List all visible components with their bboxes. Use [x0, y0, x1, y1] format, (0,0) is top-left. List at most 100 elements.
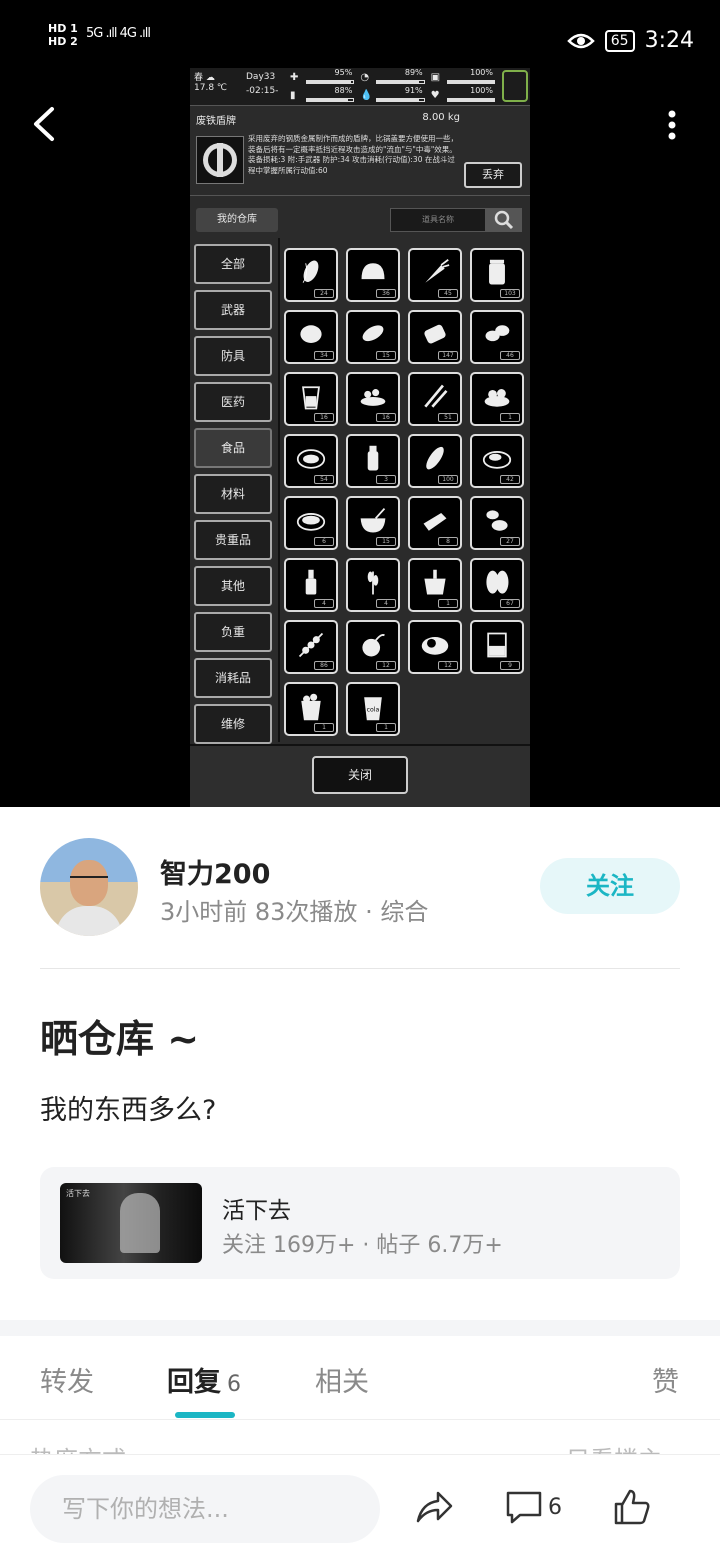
post-title: 晒仓库 ~	[40, 1017, 200, 1061]
juice-icon	[302, 386, 320, 410]
item-count: 4	[314, 599, 334, 608]
inventory-item-fried-egg: 12	[408, 620, 462, 674]
inventory-item-noodle-bowl: 6	[284, 496, 338, 550]
onion-icon	[362, 634, 385, 657]
inventory-item-porridge: 15	[346, 496, 400, 550]
fried-egg-icon	[421, 637, 449, 655]
cola-icon: cola	[364, 697, 382, 721]
inventory-item-nuts: 27	[470, 496, 524, 550]
divider	[278, 238, 280, 742]
category-button: 消耗品	[194, 658, 272, 698]
item-count: 6	[314, 537, 334, 546]
tab-like[interactable]: 赞	[652, 1360, 679, 1399]
tab-related[interactable]: 相关	[315, 1360, 369, 1399]
community-name: 活下去	[222, 1198, 291, 1224]
item-count: 36	[376, 289, 396, 298]
hd-indicator: HD 1 HD 2	[48, 22, 78, 48]
beaker-icon	[487, 632, 507, 658]
sort-option[interactable]: 热度方式	[30, 1440, 126, 1454]
signal-icon: 5G .ıll 4G .ıll	[86, 26, 151, 41]
item-count: 4	[376, 599, 396, 608]
drop-button: 丢弃	[464, 162, 522, 188]
bean-pods-icon	[424, 384, 448, 408]
can-icon	[424, 324, 446, 344]
stat-icon: ▣	[430, 72, 441, 83]
tab-repost[interactable]: 转发	[40, 1360, 94, 1399]
author-only-option[interactable]: 只看楼主	[566, 1440, 662, 1454]
share-icon[interactable]	[414, 1487, 454, 1527]
eye-icon	[566, 33, 595, 48]
item-description: 采用废弃的钢质金属制作而成的盾牌，比锅盖要方便使用一些，装备后将有一定概率抵挡近…	[248, 134, 458, 175]
stat-fill	[376, 80, 425, 84]
dumplings-icon	[360, 389, 386, 406]
inventory-item-jar: 103	[470, 248, 524, 302]
inventory-item-can: 147	[408, 310, 462, 364]
category-button: 武器	[194, 290, 272, 330]
clock: 3:24	[644, 28, 694, 53]
category-button: 维修	[194, 704, 272, 744]
category-button: 其他	[194, 566, 272, 606]
jar-icon	[489, 259, 505, 285]
minimap-button	[502, 70, 528, 102]
item-count: 34	[314, 351, 334, 360]
avatar[interactable]	[40, 838, 138, 936]
community-thumbnail: 活下去	[60, 1183, 202, 1263]
item-count: 86	[314, 661, 334, 670]
item-count: 16	[314, 413, 334, 422]
category-list: 全部 武器 防具 医药 食品 材料 贵重品 其他 负重 消耗品 维修	[194, 244, 274, 750]
nuts-icon	[486, 510, 508, 531]
thumbnail-logo-text: 活下去	[66, 1189, 90, 1198]
author-name[interactable]: 智力200	[160, 852, 270, 891]
bread-icon	[361, 263, 385, 280]
community-card[interactable]: 活下去 活下去 关注 169万+ · 帖子 6.7万+	[40, 1167, 680, 1279]
item-name: 废铁盾牌	[196, 116, 236, 127]
inventory-item-sweet-potato: 15	[346, 310, 400, 364]
inventory-item-bread: 36	[346, 248, 400, 302]
reply-count: 6	[227, 1372, 241, 1397]
stew-icon	[482, 451, 512, 469]
potato-icon	[300, 325, 322, 343]
media-viewer[interactable]: HD 1 HD 2 5G .ıll 4G .ıll 65 3:24 春 ☁ 17…	[0, 0, 720, 807]
author-row: 智力200 3小时前 83次播放 · 综合 关注	[40, 838, 680, 938]
stat-bar: 💧 91%	[360, 86, 425, 102]
item-count: 1	[438, 599, 458, 608]
inventory-item-potato: 34	[284, 310, 338, 364]
stat-bar: ✚ 95%	[290, 68, 355, 84]
warehouse-tab: 我的仓库	[196, 208, 278, 232]
game-footer: 关闭	[190, 744, 530, 807]
cheese-icon	[423, 513, 447, 531]
beans-icon	[485, 325, 510, 342]
thumbs-up-icon[interactable]	[612, 1487, 652, 1527]
post-tabs: 转发 回复 6 相关 赞	[0, 1336, 720, 1420]
stat-icon: 💧	[360, 90, 373, 101]
inventory-item-salad: 1	[470, 372, 524, 426]
more-options-icon[interactable]	[668, 110, 676, 140]
hd1-label: HD 1	[48, 22, 78, 35]
item-count: 147	[438, 351, 458, 360]
comment-icon[interactable]	[504, 1487, 544, 1527]
category-button: 贵重品	[194, 520, 272, 560]
seeds-icon	[486, 570, 509, 594]
active-tab-indicator	[175, 1412, 235, 1418]
item-count: 24	[314, 289, 334, 298]
inventory-item-beans: 46	[470, 310, 524, 364]
battery-indicator: 65	[604, 29, 635, 52]
tab-reply[interactable]: 回复 6	[167, 1360, 241, 1399]
inventory-item-soup: 54	[284, 434, 338, 488]
item-count: 103	[500, 289, 520, 298]
item-count: 3	[376, 475, 396, 484]
follow-button[interactable]: 关注	[540, 858, 680, 914]
search-icon	[486, 208, 522, 232]
stat-value: 89%	[404, 68, 423, 77]
comment-input[interactable]: 写下你的想法...	[30, 1475, 380, 1543]
stat-bar: ▮ 88%	[290, 86, 355, 102]
inventory-item-carrot: 45	[408, 248, 462, 302]
item-count: 12	[376, 661, 396, 670]
item-count: 16	[376, 413, 396, 422]
back-arrow-icon[interactable]	[30, 106, 58, 142]
soup-icon	[296, 449, 326, 469]
inventory-item-bean-pods: 51	[408, 372, 462, 426]
baguette-icon	[426, 446, 444, 470]
inventory-item-bucket: 1	[408, 558, 462, 612]
stat-value: 100%	[470, 68, 493, 77]
